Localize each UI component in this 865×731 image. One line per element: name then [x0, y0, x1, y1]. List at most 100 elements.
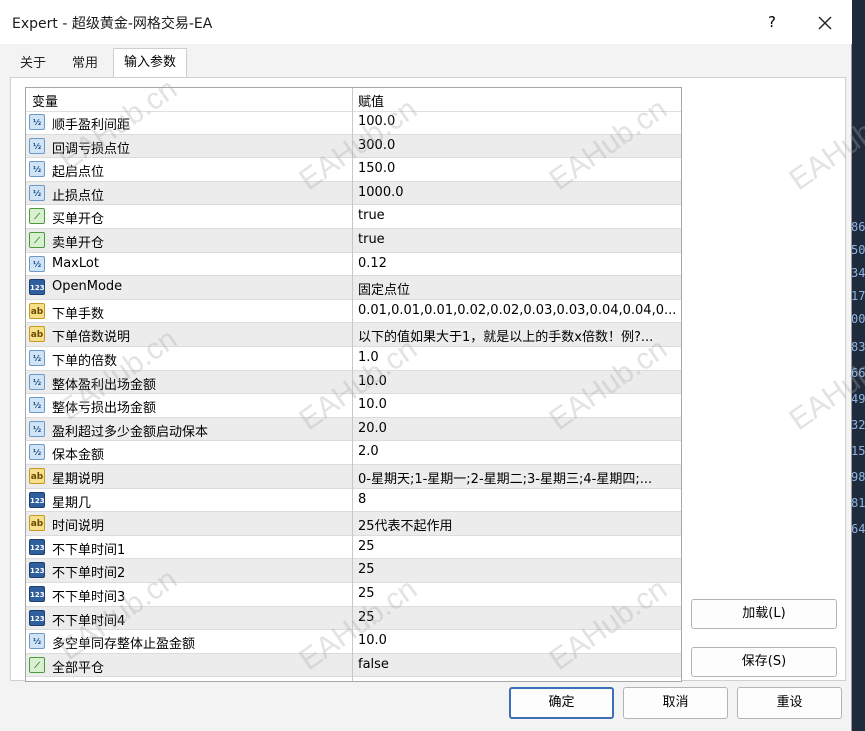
table-row[interactable]: ½ 止损点位 1000.0	[26, 181, 681, 206]
param-name: 起启点位	[52, 165, 105, 181]
double-value-icon: ½	[29, 397, 45, 414]
table-row[interactable]: ½ MaxLot 0.12	[26, 253, 681, 277]
double-value-icon: ½	[29, 184, 45, 201]
param-value[interactable]: 10.0	[358, 633, 676, 648]
bg-num: 86	[851, 220, 865, 234]
table-row[interactable]: ½ 下单的倍数 1.0	[26, 347, 681, 371]
param-value[interactable]: true	[358, 232, 676, 247]
param-value[interactable]: 固定点位	[358, 279, 676, 298]
bg-num: 15	[851, 444, 865, 458]
param-value[interactable]: 25代表不起作用	[358, 515, 676, 534]
table-row[interactable]: ab 时间说明 25代表不起作用	[26, 512, 681, 536]
integer-icon: 123	[29, 538, 45, 555]
integer-icon: 123	[29, 491, 45, 508]
param-value[interactable]: 20.0	[358, 421, 676, 436]
double-value-icon: ½	[29, 633, 45, 650]
column-divider[interactable]	[352, 88, 353, 681]
header-variable[interactable]: 变量	[32, 91, 58, 110]
param-value[interactable]: 25	[358, 586, 676, 601]
table-row[interactable]: ½ 多空单同存整体止盈金额 10.0	[26, 630, 681, 654]
string-icon: ab	[29, 515, 45, 532]
integer-icon: 123	[29, 562, 45, 579]
close-button[interactable]	[812, 10, 838, 36]
header-value[interactable]: 赋值	[358, 91, 384, 110]
bg-num: 50	[851, 243, 865, 257]
param-name: 不下单时间3	[52, 590, 126, 605]
param-value[interactable]: true	[358, 208, 676, 223]
bg-num: 32	[851, 418, 865, 432]
double-value-icon: ½	[29, 350, 45, 366]
param-value[interactable]: 以下的值如果大于1，就是以上的手数x倍数！例?...	[358, 326, 676, 345]
cancel-button[interactable]: 取消	[623, 687, 728, 719]
param-value[interactable]: 100.0	[358, 114, 676, 129]
param-value[interactable]: 25	[358, 562, 676, 577]
param-value[interactable]: 0.01,0.01,0.01,0.02,0.02,0.03,0.03,0.04,…	[358, 303, 676, 318]
load-button[interactable]: 加载(L)	[691, 599, 837, 629]
param-name: 卖单开仓	[52, 236, 105, 251]
table-row[interactable]: ½ 保本金额 2.0	[26, 441, 681, 465]
param-name: 整体亏损出场金额	[52, 401, 157, 417]
boolean-icon: ⟋	[29, 656, 45, 673]
tab-common[interactable]: 常用	[60, 50, 110, 78]
param-name: 下单的倍数	[52, 354, 118, 369]
ok-button[interactable]: 确定	[509, 687, 614, 719]
table-row[interactable]: ½ 盈利超过多少金额启动保本 20.0	[26, 417, 681, 442]
table-row[interactable]: 123 不下单时间3 25	[26, 583, 681, 607]
table-row[interactable]: ⟋ 全部平仓 false	[26, 653, 681, 678]
param-value[interactable]: 2.0	[358, 444, 676, 459]
param-value[interactable]: 10.0	[358, 397, 676, 412]
param-name: 盈利超过多少金额启动保本	[52, 424, 209, 440]
table-row[interactable]: 123 OpenMode 固定点位	[26, 276, 681, 300]
bg-num: 17	[851, 289, 865, 303]
table-row[interactable]: ½ 顺手盈利间距 100.0	[26, 111, 681, 135]
integer-icon: 123	[29, 609, 45, 626]
tab-about[interactable]: 关于	[10, 50, 56, 78]
double-value-icon: ½	[29, 255, 45, 272]
param-value[interactable]: 0-星期天;1-星期一;2-星期二;3-星期三;4-星期四;...	[358, 468, 676, 487]
param-value[interactable]: 1000.0	[358, 185, 676, 200]
param-value[interactable]: 300.0	[358, 138, 676, 153]
param-name: 买单开仓	[52, 212, 105, 228]
table-row[interactable]: ab 星期说明 0-星期天;1-星期一;2-星期二;3-星期三;4-星期四;...	[26, 465, 681, 489]
double-value-icon: ½	[29, 373, 45, 390]
table-row[interactable]: ½ 整体亏损出场金额 10.0	[26, 394, 681, 418]
param-name: 星期说明	[52, 472, 105, 487]
param-name: OpenMode	[52, 279, 123, 295]
bg-num: 00	[851, 312, 865, 326]
help-button[interactable]: ?	[760, 10, 784, 34]
table-row[interactable]: ⟋ 卖单开仓 true	[26, 229, 681, 253]
param-name: 不下单时间1	[52, 542, 126, 558]
param-value[interactable]: 0.12	[358, 256, 676, 271]
tab-inputs[interactable]: 输入参数	[113, 48, 187, 79]
table-row[interactable]: ab 下单倍数说明 以下的值如果大于1，就是以上的手数x倍数！例?...	[26, 323, 681, 347]
table-row[interactable]: 123 不下单时间1 25	[26, 536, 681, 560]
parameters-grid[interactable]: 变量 赋值 ½ 顺手盈利间距 100.0 ½ 回调亏损点位 300.0 ½ 起启点位 150.0…	[25, 87, 682, 682]
table-row[interactable]: 123 不下单时间4 25	[26, 606, 681, 631]
param-value[interactable]: 25	[358, 610, 676, 625]
param-value[interactable]: 25	[358, 539, 676, 554]
inputs-panel: 变量 赋值 ½ 顺手盈利间距 100.0 ½ 回调亏损点位 300.0 ½ 起启点位 150.0…	[10, 72, 865, 682]
table-row[interactable]: ab 下单手数 0.01,0.01,0.01,0.02,0.02,0.03,0.03…	[26, 300, 681, 324]
param-name: 多空单同存整体止盈金额	[52, 637, 196, 653]
param-name: 不下单时间2	[52, 566, 126, 582]
table-row[interactable]: ⟋ 买单开仓 true	[26, 205, 681, 229]
bg-num: 64	[851, 522, 865, 536]
table-row[interactable]: ½ 整体盈利出场金额 10.0	[26, 370, 681, 395]
param-value[interactable]: 8	[358, 492, 676, 507]
table-row[interactable]: ½ 回调亏损点位 300.0	[26, 134, 681, 159]
save-button[interactable]: 保存(S)	[691, 647, 837, 677]
param-value[interactable]: 150.0	[358, 161, 676, 176]
bg-num: 81	[851, 496, 865, 510]
window-title: Expert - 超级黄金-网格交易-EA	[12, 16, 213, 32]
bg-num: 66	[851, 366, 865, 380]
integer-icon: 123	[29, 279, 45, 296]
table-row[interactable]: 123 不下单时间2 25	[26, 559, 681, 583]
bg-num: 83	[851, 340, 865, 354]
param-value[interactable]: 1.0	[358, 350, 676, 365]
param-value[interactable]: false	[358, 657, 676, 672]
table-row[interactable]: 123 星期几 8	[26, 489, 681, 513]
param-value[interactable]: 10.0	[358, 374, 676, 389]
param-name: 顺手盈利间距	[52, 118, 131, 133]
reset-button[interactable]: 重设	[737, 687, 842, 719]
table-row[interactable]: ½ 起启点位 150.0	[26, 158, 681, 182]
